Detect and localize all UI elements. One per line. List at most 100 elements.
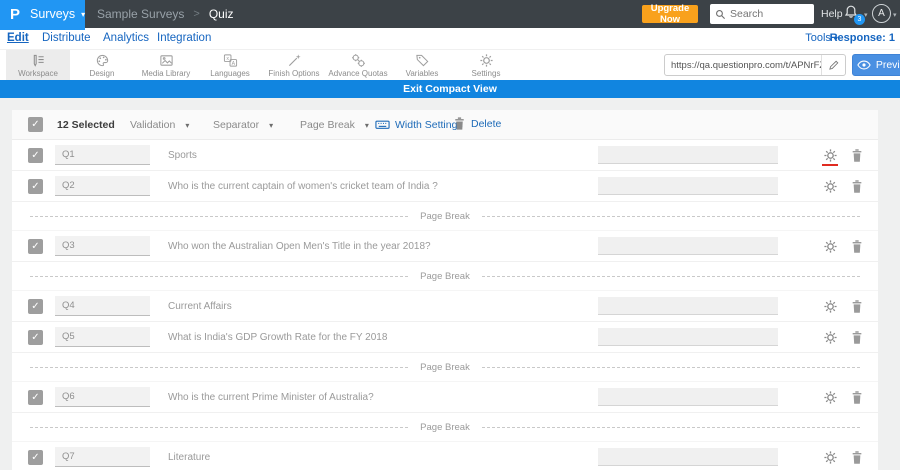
question-settings-gear-icon[interactable] [823, 390, 838, 405]
page-break-label: Page Break [420, 210, 470, 222]
question-answer-input[interactable] [598, 388, 778, 406]
row-checkbox[interactable]: ✓ [28, 239, 43, 254]
question-delete-trash-icon[interactable] [850, 299, 864, 314]
row-checkbox[interactable]: ✓ [28, 330, 43, 345]
question-code-input[interactable] [55, 296, 150, 316]
question-row: ✓ Who won the Australian Open Men's Titl… [12, 231, 878, 262]
row-checkbox[interactable]: ✓ [28, 450, 43, 465]
advance-quotas-icon [351, 53, 365, 67]
notifications-bell-icon[interactable]: 3 [843, 4, 865, 25]
question-answer-input[interactable] [598, 328, 778, 346]
tab-edit[interactable]: Edit [7, 32, 29, 44]
exit-compact-view-button[interactable]: Exit Compact View [0, 80, 900, 98]
toolbar-item-workspace[interactable]: Workspace [6, 50, 70, 80]
question-text: Who won the Australian Open Men's Title … [168, 241, 431, 252]
page-break-dash-left [30, 275, 409, 277]
page-break-row: Page Break [12, 262, 878, 291]
tab-integration[interactable]: Integration [157, 32, 211, 44]
top-navbar: P Surveys ▾ Sample Surveys > Quiz Upgrad… [0, 0, 900, 28]
width-settings-button[interactable]: Width Settings [375, 117, 463, 132]
question-text: What is India's GDP Growth Rate for the … [168, 332, 388, 343]
app-window: P Surveys ▾ Sample Surveys > Quiz Upgrad… [0, 0, 900, 470]
toolbar-item-variables[interactable]: Variables [390, 50, 454, 80]
row-checkbox[interactable]: ✓ [28, 299, 43, 314]
question-row: ✓ Literature [12, 442, 878, 470]
question-code-input[interactable] [55, 176, 150, 196]
workspace-icon [33, 54, 44, 67]
question-code-input[interactable] [55, 236, 150, 256]
question-row: ✓ Who is the current captain of women's … [12, 171, 878, 202]
page-break-dash-left [30, 366, 409, 368]
question-delete-trash-icon[interactable] [850, 450, 864, 465]
response-count-link[interactable]: Response: 1 [830, 32, 895, 44]
tab-analytics[interactable]: Analytics [103, 32, 149, 44]
chevron-right-icon: > [193, 8, 200, 20]
question-text: Who is the current Prime Minister of Aus… [168, 392, 374, 403]
question-delete-trash-icon[interactable] [850, 148, 864, 163]
settings-gear-icon [479, 53, 493, 67]
toolbar-item-settings[interactable]: Settings [454, 50, 518, 80]
question-delete-trash-icon[interactable] [850, 390, 864, 405]
search-icon [716, 9, 726, 19]
check-icon: ✓ [31, 300, 40, 312]
question-code-input[interactable] [55, 387, 150, 407]
row-checkbox[interactable]: ✓ [28, 179, 43, 194]
check-icon: ✓ [31, 331, 40, 343]
caret-down-icon[interactable]: ▾ [893, 11, 897, 19]
question-answer-input[interactable] [598, 177, 778, 195]
question-row: ✓ What is India's GDP Growth Rate for th… [12, 322, 878, 353]
delete-button[interactable]: Delete [453, 116, 501, 131]
svg-text:A: A [231, 60, 235, 66]
toolbar-item-finish-options[interactable]: Finish Options [262, 50, 326, 80]
caret-down-icon[interactable]: ▾ [864, 11, 868, 19]
preview-button[interactable]: Preview [852, 54, 900, 76]
product-menu-label: Surveys [30, 7, 76, 21]
question-row: ✓ Current Affairs [12, 291, 878, 322]
select-all-checkbox[interactable]: ✓ [28, 117, 43, 132]
toolbar-item-design[interactable]: Design [70, 50, 134, 80]
upgrade-now-button[interactable]: Upgrade Now [642, 3, 698, 25]
page-break-dash-left [30, 215, 409, 217]
tab-distribute[interactable]: Distribute [42, 32, 91, 44]
toolbar-item-media-library[interactable]: Media Library [134, 50, 198, 80]
question-settings-gear-icon[interactable] [823, 299, 838, 314]
question-settings-gear-icon[interactable] [823, 239, 838, 254]
bulk-actions-bar: ✓ 12 Selected Validation ▾ Separator ▾ Pag… [12, 110, 878, 140]
validation-dropdown[interactable]: Validation ▾ [130, 119, 189, 131]
finish-options-wand-icon [288, 53, 301, 66]
breadcrumb-parent[interactable]: Sample Surveys [97, 7, 184, 21]
product-menu[interactable]: P Surveys ▾ [0, 0, 85, 28]
question-answer-input[interactable] [598, 237, 778, 255]
page-break-dropdown[interactable]: Page Break ▾ [300, 119, 369, 131]
question-answer-input[interactable] [598, 448, 778, 466]
survey-url[interactable]: https://qa.questionpro.com/t/APNrFZeY [665, 60, 821, 71]
question-text: Sports [168, 150, 197, 161]
row-checkbox[interactable]: ✓ [28, 148, 43, 163]
eye-icon [857, 60, 871, 70]
edit-url-button[interactable] [821, 55, 845, 75]
row-checkbox[interactable]: ✓ [28, 390, 43, 405]
question-delete-trash-icon[interactable] [850, 330, 864, 345]
question-code-input[interactable] [55, 447, 150, 467]
question-answer-input[interactable] [598, 297, 778, 315]
question-answer-input[interactable] [598, 146, 778, 164]
question-delete-trash-icon[interactable] [850, 239, 864, 254]
question-code-input[interactable] [55, 145, 150, 165]
check-icon: ✓ [31, 118, 40, 130]
search-input[interactable] [730, 8, 808, 20]
question-settings-gear-icon[interactable] [822, 148, 838, 166]
question-list-panel: ✓ 12 Selected Validation ▾ Separator ▾ Pag… [12, 110, 878, 470]
question-settings-gear-icon[interactable] [823, 179, 838, 194]
pencil-icon [828, 60, 838, 70]
avatar[interactable]: A [872, 4, 891, 23]
separator-dropdown[interactable]: Separator ▾ [213, 119, 273, 131]
toolbar-item-languages[interactable]: xA Languages [198, 50, 262, 80]
question-delete-trash-icon[interactable] [850, 179, 864, 194]
question-settings-gear-icon[interactable] [823, 450, 838, 465]
toolbar-item-advance-quotas[interactable]: Advance Quotas [326, 50, 390, 80]
check-icon: ✓ [31, 149, 40, 161]
selected-count-label: 12 Selected [57, 119, 115, 131]
question-settings-gear-icon[interactable] [823, 330, 838, 345]
question-code-input[interactable] [55, 327, 150, 347]
help-link[interactable]: Help [821, 8, 843, 20]
